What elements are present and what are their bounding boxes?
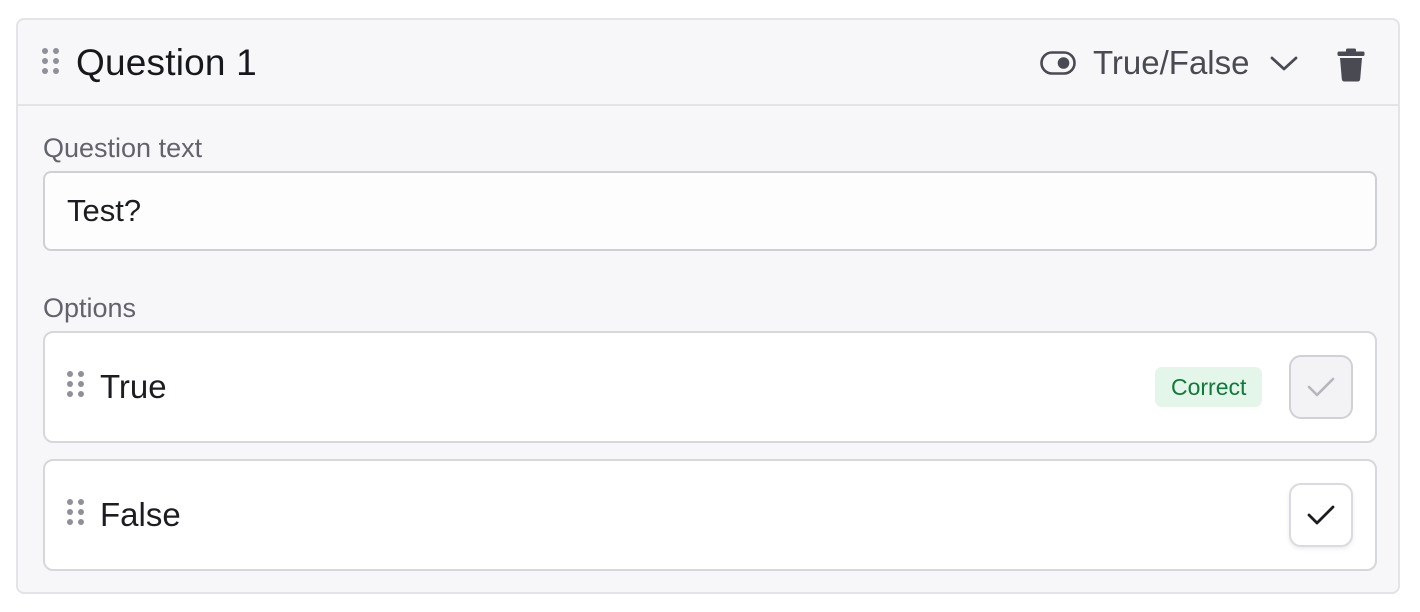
trash-icon	[1337, 48, 1365, 82]
mark-correct-button[interactable]	[1289, 483, 1353, 547]
question-text-label: Question text	[43, 133, 203, 163]
question-header: Question 1 True/False	[18, 20, 1398, 106]
question-type-select[interactable]: True/False	[1040, 40, 1299, 86]
question-type-label: True/False	[1093, 44, 1250, 81]
question-text-input[interactable]	[43, 171, 1377, 251]
correct-badge: Correct	[1155, 367, 1263, 407]
checkmark-icon	[1307, 505, 1335, 525]
chevron-down-icon	[1270, 56, 1297, 71]
drag-handle-icon[interactable]	[67, 499, 84, 525]
question-card: Question 1 True/False Question text Opti…	[16, 18, 1400, 594]
question-title: Question 1	[76, 42, 257, 83]
options-label: Options	[43, 293, 137, 323]
option-label: False	[100, 496, 181, 533]
checkmark-icon	[1307, 377, 1335, 397]
drag-handle-icon[interactable]	[67, 371, 84, 397]
toggle-icon	[1040, 51, 1076, 75]
drag-handle-icon[interactable]	[42, 48, 59, 74]
mark-correct-button[interactable]	[1289, 355, 1353, 419]
option-row-false[interactable]: False	[43, 459, 1377, 571]
option-label: True	[100, 368, 167, 405]
delete-question-button[interactable]	[1332, 46, 1370, 84]
option-row-true[interactable]: True Correct	[43, 331, 1377, 443]
